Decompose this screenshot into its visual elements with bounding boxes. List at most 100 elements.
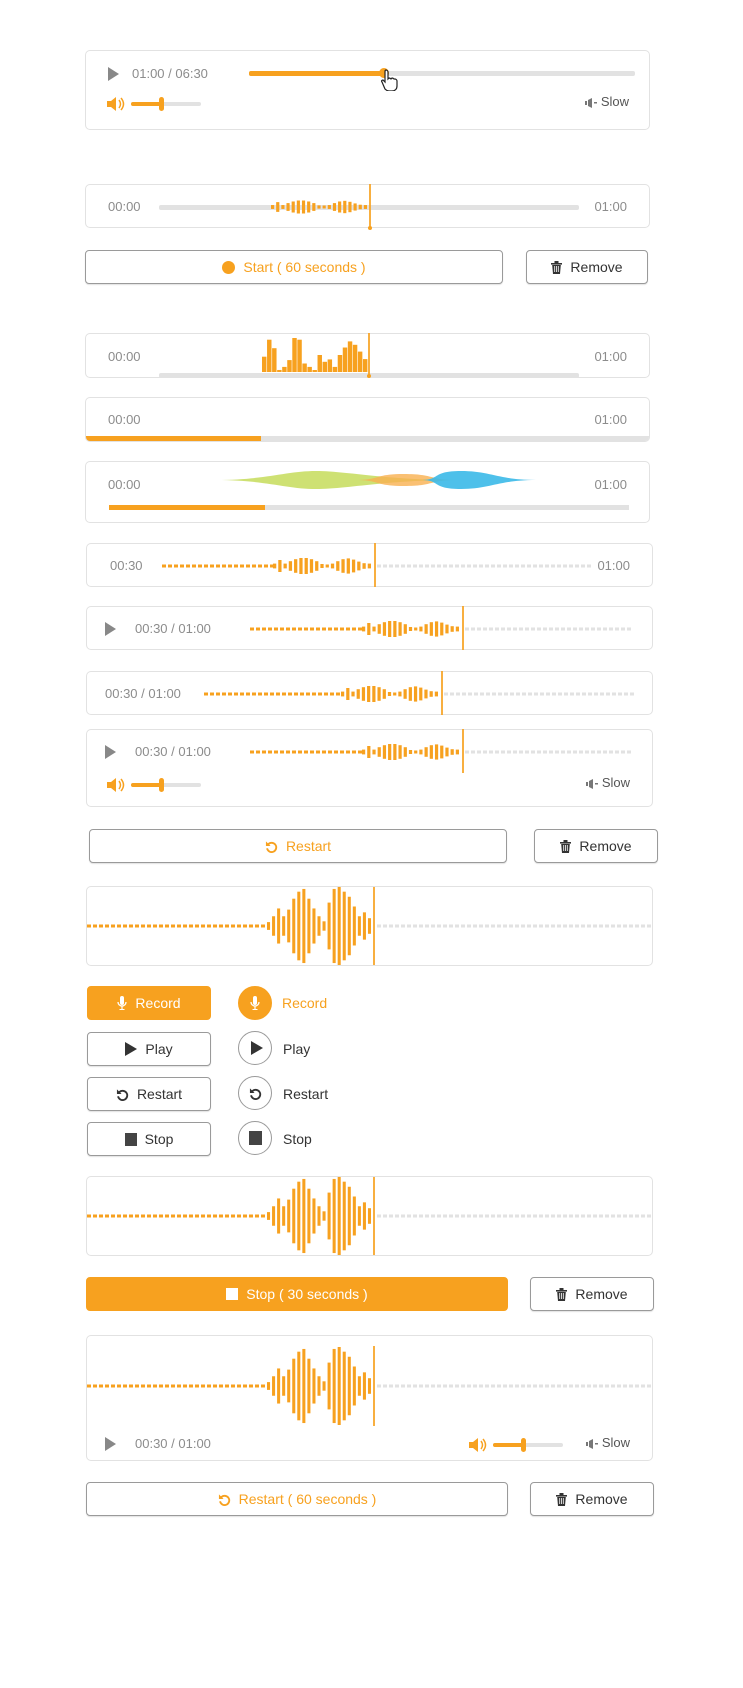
wave-dash-future: [437, 924, 441, 928]
restart-recording-button[interactable]: Restart ( 60 seconds ): [86, 1482, 508, 1516]
wave-dash-future: [543, 627, 547, 631]
wave-dash: [334, 750, 338, 754]
play-icon[interactable]: [105, 1437, 116, 1451]
waveform: [250, 744, 631, 760]
wave-bar: [272, 1376, 276, 1396]
wave-dash: [250, 750, 254, 754]
wave-dash: [310, 627, 314, 631]
wave-dash: [310, 750, 314, 754]
wave-bar: [434, 621, 439, 637]
wave-bar: [304, 558, 308, 574]
wave-dash: [198, 564, 202, 568]
wave-bar: [351, 691, 355, 697]
progress-bar[interactable]: [109, 505, 629, 510]
wave-bar: [455, 749, 459, 755]
speed-label: Slow: [601, 775, 630, 790]
wave-dash-future: [525, 750, 529, 754]
wave-bar: [393, 692, 397, 696]
speed-toggle[interactable]: Slow: [585, 1435, 630, 1450]
speed-toggle[interactable]: Slow: [585, 775, 630, 790]
wave-dash-future: [479, 1384, 483, 1388]
playhead[interactable]: [373, 887, 375, 965]
histogram-bar: [277, 369, 282, 372]
wave-bar: [363, 205, 367, 209]
wave-dash: [147, 924, 151, 928]
speed-toggle[interactable]: Slow: [584, 94, 629, 109]
remove-button[interactable]: Remove: [530, 1482, 654, 1516]
wave-dash-future: [615, 750, 619, 754]
wave-dash-future: [492, 692, 496, 696]
wave-dash: [141, 924, 145, 928]
progress-fill: [109, 505, 265, 510]
playhead[interactable]: [462, 606, 464, 650]
wave-bar: [398, 745, 402, 759]
wave-bar: [429, 691, 433, 697]
stop-recording-button[interactable]: Stop ( 30 seconds ): [86, 1277, 508, 1311]
restart-button[interactable]: Restart: [87, 1077, 211, 1111]
record-circle-button[interactable]: [238, 986, 272, 1020]
wave-dash: [262, 750, 266, 754]
wave-dash-future: [437, 1214, 441, 1218]
wave-dash-future: [605, 1214, 609, 1218]
wave-bar: [377, 624, 381, 634]
volume-slider[interactable]: [131, 97, 201, 111]
volume-slider[interactable]: [131, 778, 201, 792]
wave-dash: [274, 750, 278, 754]
wave-dash-future: [467, 1384, 471, 1388]
progress-bar[interactable]: [86, 436, 649, 441]
volume-icon[interactable]: [107, 778, 125, 792]
record-label: Record: [135, 995, 181, 1011]
wave-dash-future: [503, 1384, 507, 1388]
wave-dash-future: [569, 924, 573, 928]
wave-bar: [337, 887, 341, 965]
wave-dash-future: [437, 564, 441, 568]
histogram-bar: [302, 363, 307, 372]
wave-dash-future: [477, 750, 481, 754]
wave-dash: [87, 924, 91, 928]
wave-bar: [362, 1372, 366, 1400]
volume-icon[interactable]: [469, 1438, 487, 1452]
restart-button[interactable]: Restart: [89, 829, 507, 863]
remove-label: Remove: [575, 1491, 628, 1507]
wave-dash-future: [389, 924, 393, 928]
play-circle-button[interactable]: [238, 1031, 272, 1065]
volume-icon[interactable]: [107, 97, 125, 111]
wave-bar: [424, 624, 428, 634]
wave-dash: [123, 1214, 127, 1218]
wave-dash-future: [599, 1384, 603, 1388]
wave-bar: [301, 200, 306, 214]
stop-button[interactable]: Stop: [87, 1122, 211, 1156]
seek-bar[interactable]: [249, 68, 635, 78]
wave-dash: [105, 1214, 109, 1218]
wave-bar: [302, 888, 306, 964]
playhead[interactable]: [373, 1346, 375, 1426]
playhead[interactable]: [373, 1177, 375, 1255]
play-icon[interactable]: [108, 67, 119, 81]
volume-slider[interactable]: [493, 1438, 563, 1452]
wave-bar: [312, 203, 316, 211]
wave-dash-future: [575, 1384, 579, 1388]
histogram-bar: [262, 356, 267, 372]
start-recording-button[interactable]: Start ( 60 seconds ): [85, 250, 503, 284]
wave-bar: [286, 203, 290, 211]
playhead[interactable]: [374, 543, 376, 587]
play-button[interactable]: Play: [87, 1032, 211, 1066]
playhead[interactable]: [462, 729, 464, 773]
stop-circle-button[interactable]: [238, 1121, 272, 1155]
playhead[interactable]: [368, 333, 370, 375]
record-button[interactable]: Record: [87, 986, 211, 1020]
wave-dash-future: [561, 627, 565, 631]
restart-circle-button[interactable]: [238, 1076, 272, 1110]
playhead[interactable]: [441, 671, 443, 715]
playhead[interactable]: [369, 184, 371, 228]
wave-dash: [123, 1384, 127, 1388]
wave-dash-future: [591, 750, 595, 754]
wave-dash: [300, 692, 304, 696]
wave-dash: [195, 1384, 199, 1388]
remove-button[interactable]: Remove: [530, 1277, 654, 1311]
remove-button[interactable]: Remove: [534, 829, 658, 863]
wave-dash-future: [545, 1214, 549, 1218]
remove-button[interactable]: Remove: [526, 250, 648, 284]
wave-dash-future: [413, 564, 417, 568]
wave-dash-future: [611, 1384, 615, 1388]
